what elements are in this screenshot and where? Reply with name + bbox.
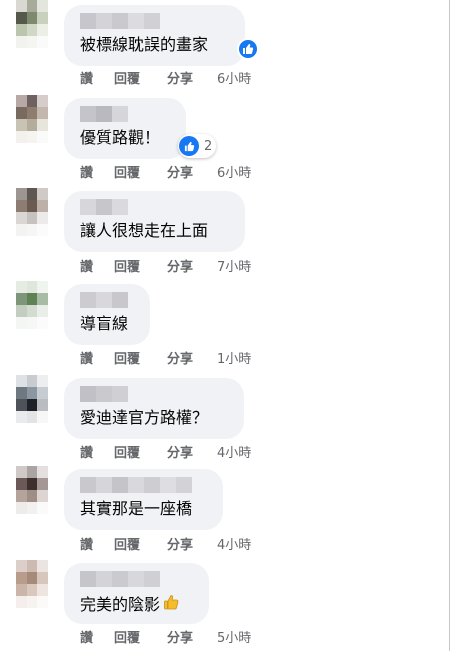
comment-actions: 讚 回覆 分享 7小時 xyxy=(80,259,251,277)
like-icon[interactable] xyxy=(237,38,259,60)
comment-text: 完美的陰影 xyxy=(80,593,180,616)
comment-actions: 讚 回覆 分享 6小時 xyxy=(80,165,251,183)
commenter-name-blurred[interactable] xyxy=(80,292,128,308)
commenter-name-blurred[interactable] xyxy=(80,386,128,402)
comment-text: 愛迪達官方路權？ xyxy=(80,408,209,427)
commenter-name-blurred[interactable] xyxy=(80,106,128,122)
commenter-name-blurred[interactable] xyxy=(80,199,128,215)
comment-text: 優質路觀！ xyxy=(80,128,161,147)
share-link[interactable]: 分享 xyxy=(167,71,217,89)
reply-link[interactable]: 回覆 xyxy=(114,259,167,277)
avatar[interactable] xyxy=(16,281,48,329)
thumbs-up-emoji xyxy=(162,593,180,616)
like-link[interactable]: 讚 xyxy=(80,165,114,183)
comment-bubble: 讓人很想走在上面 xyxy=(64,191,245,252)
like-link[interactable]: 讚 xyxy=(80,351,114,369)
like-link[interactable]: 讚 xyxy=(80,259,114,277)
comment-text: 導盲線 xyxy=(80,314,129,333)
comment-actions: 讚 回覆 分享 6小時 xyxy=(80,71,251,89)
comment-actions: 讚 回覆 分享 5小時 xyxy=(80,630,251,648)
commenter-name-blurred[interactable] xyxy=(80,13,160,29)
comment-feed: 被標線耽誤的畫家 讚 回覆 分享 6小時 優質路觀！ 2 讚 回覆 分享 6小時… xyxy=(0,0,450,651)
share-link[interactable]: 分享 xyxy=(167,165,217,183)
reaction-count: 2 xyxy=(204,138,213,154)
comment-text-content: 完美的陰影 xyxy=(80,594,161,614)
avatar[interactable] xyxy=(16,188,48,236)
commenter-name-blurred[interactable] xyxy=(80,571,160,587)
timestamp[interactable]: 1小時 xyxy=(217,351,251,369)
comment-actions: 讚 回覆 分享 4小時 xyxy=(80,445,251,463)
like-link[interactable]: 讚 xyxy=(80,445,114,463)
timestamp[interactable]: 7小時 xyxy=(217,259,251,277)
like-link[interactable]: 讚 xyxy=(80,71,114,89)
comment-bubble: 完美的陰影 xyxy=(64,563,209,624)
comment-text: 被標線耽誤的畫家 xyxy=(80,35,209,54)
share-link[interactable]: 分享 xyxy=(167,630,217,648)
comment-bubble: 導盲線 xyxy=(64,284,150,345)
comment-bubble: 其實那是一座橋 xyxy=(64,469,223,530)
comment-bubble: 被標線耽誤的畫家 xyxy=(64,5,245,66)
avatar[interactable] xyxy=(16,466,48,514)
timestamp[interactable]: 4小時 xyxy=(217,445,251,463)
reply-link[interactable]: 回覆 xyxy=(114,445,167,463)
share-link[interactable]: 分享 xyxy=(167,259,217,277)
comment-actions: 讚 回覆 分享 1小時 xyxy=(80,351,251,369)
reply-link[interactable]: 回覆 xyxy=(114,537,167,555)
timestamp[interactable]: 6小時 xyxy=(217,165,251,183)
comment-text: 其實那是一座橋 xyxy=(80,499,193,518)
reply-link[interactable]: 回覆 xyxy=(114,165,167,183)
avatar[interactable] xyxy=(16,95,48,143)
share-link[interactable]: 分享 xyxy=(167,537,217,555)
comment-actions: 讚 回覆 分享 4小時 xyxy=(80,537,251,555)
commenter-name-blurred[interactable] xyxy=(80,477,192,493)
comment-text: 讓人很想走在上面 xyxy=(80,221,209,240)
comment-bubble: 愛迪達官方路權？ xyxy=(64,378,244,439)
comment-bubble: 優質路觀！ xyxy=(64,98,186,159)
reply-link[interactable]: 回覆 xyxy=(114,630,167,648)
share-link[interactable]: 分享 xyxy=(167,445,217,463)
avatar[interactable] xyxy=(16,375,48,423)
like-link[interactable]: 讚 xyxy=(80,630,114,648)
reaction-summary[interactable]: 2 xyxy=(178,134,217,158)
like-link[interactable]: 讚 xyxy=(80,537,114,555)
timestamp[interactable]: 6小時 xyxy=(217,71,251,89)
share-link[interactable]: 分享 xyxy=(167,351,217,369)
timestamp[interactable]: 5小時 xyxy=(217,630,251,648)
avatar[interactable] xyxy=(16,560,48,608)
timestamp[interactable]: 4小時 xyxy=(217,537,251,555)
reply-link[interactable]: 回覆 xyxy=(114,351,167,369)
avatar[interactable] xyxy=(16,0,48,48)
like-icon xyxy=(179,136,199,156)
reply-link[interactable]: 回覆 xyxy=(114,71,167,89)
